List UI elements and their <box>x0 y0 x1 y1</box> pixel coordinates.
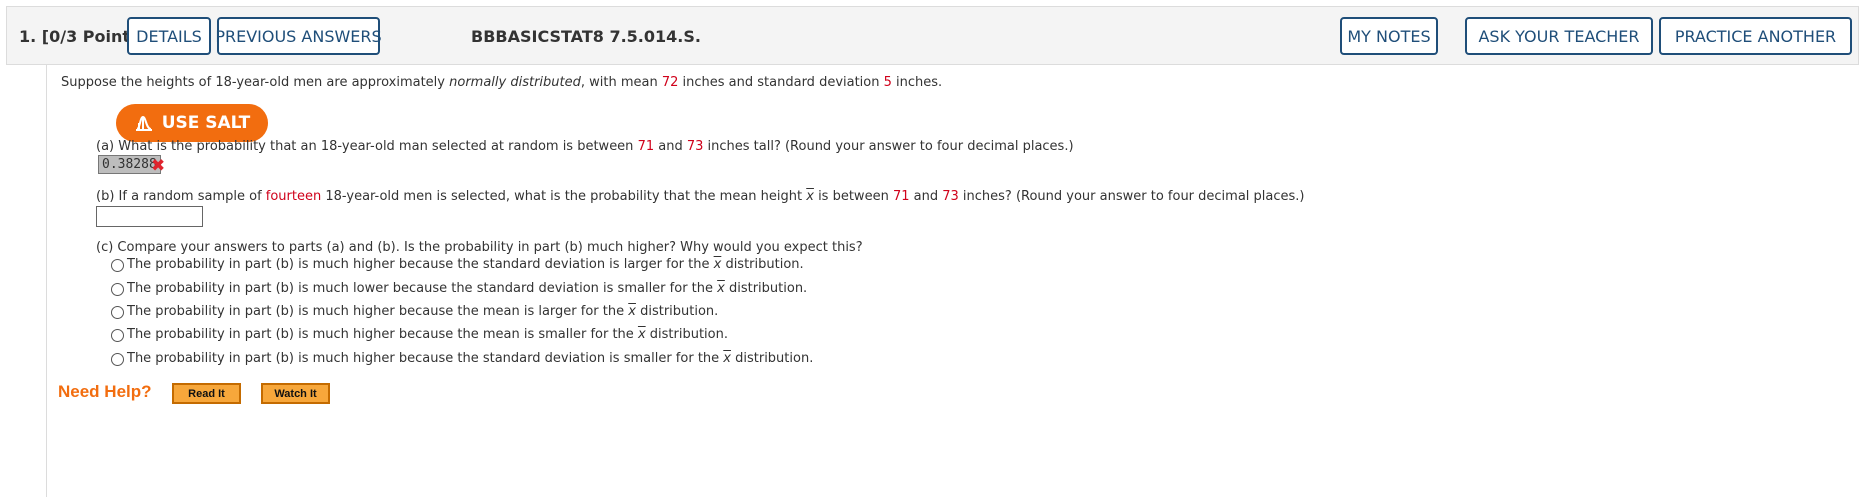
question-body: Suppose the heights of 18-year-old men a… <box>46 65 1859 497</box>
radio-option-5[interactable] <box>111 353 124 366</box>
radio-option-4[interactable] <box>111 329 124 342</box>
my-notes-button[interactable]: MY NOTES <box>1340 17 1438 55</box>
part-b-question: (b) If a random sample of fourteen 18-ye… <box>96 189 1305 204</box>
question-header: 1. [0/3 Points] DETAILS PREVIOUS ANSWERS… <box>6 6 1859 65</box>
radio-option-2[interactable] <box>111 283 124 296</box>
sd-value: 5 <box>883 75 892 90</box>
use-salt-label: USE SALT <box>161 113 251 133</box>
part-c-question: (c) Compare your answers to parts (a) an… <box>96 240 863 255</box>
option-row[interactable]: The probability in part (b) is much high… <box>111 304 718 319</box>
radio-option-3[interactable] <box>111 306 124 319</box>
previous-answers-button[interactable]: PREVIOUS ANSWERS <box>215 17 382 55</box>
practice-another-button[interactable]: PRACTICE ANOTHER <box>1659 17 1852 55</box>
option-row[interactable]: The probability in part (b) is much high… <box>111 327 728 342</box>
part-a-question: (a) What is the probability that an 18-y… <box>96 139 1074 154</box>
part-b-answer-input[interactable] <box>96 206 203 227</box>
salt-chart-icon <box>135 115 152 131</box>
read-it-button[interactable]: Read It <box>172 383 241 404</box>
ask-your-teacher-button[interactable]: ASK YOUR TEACHER <box>1465 17 1653 55</box>
option-row[interactable]: The probability in part (b) is much lowe… <box>111 281 807 296</box>
option-row[interactable]: The probability in part (b) is much high… <box>111 351 813 366</box>
incorrect-x-icon: ✖ <box>151 156 166 176</box>
question-code: BBBASICSTAT8 7.5.014.S. <box>471 27 701 46</box>
need-help-label: Need Help? <box>58 382 152 401</box>
option-row[interactable]: The probability in part (b) is much high… <box>111 257 804 272</box>
problem-statement: Suppose the heights of 18-year-old men a… <box>61 75 943 90</box>
mean-value: 72 <box>661 75 679 90</box>
watch-it-button[interactable]: Watch It <box>261 383 330 404</box>
use-salt-button[interactable]: USE SALT <box>116 104 268 142</box>
details-button[interactable]: DETAILS <box>127 17 211 55</box>
radio-option-1[interactable] <box>111 259 124 272</box>
